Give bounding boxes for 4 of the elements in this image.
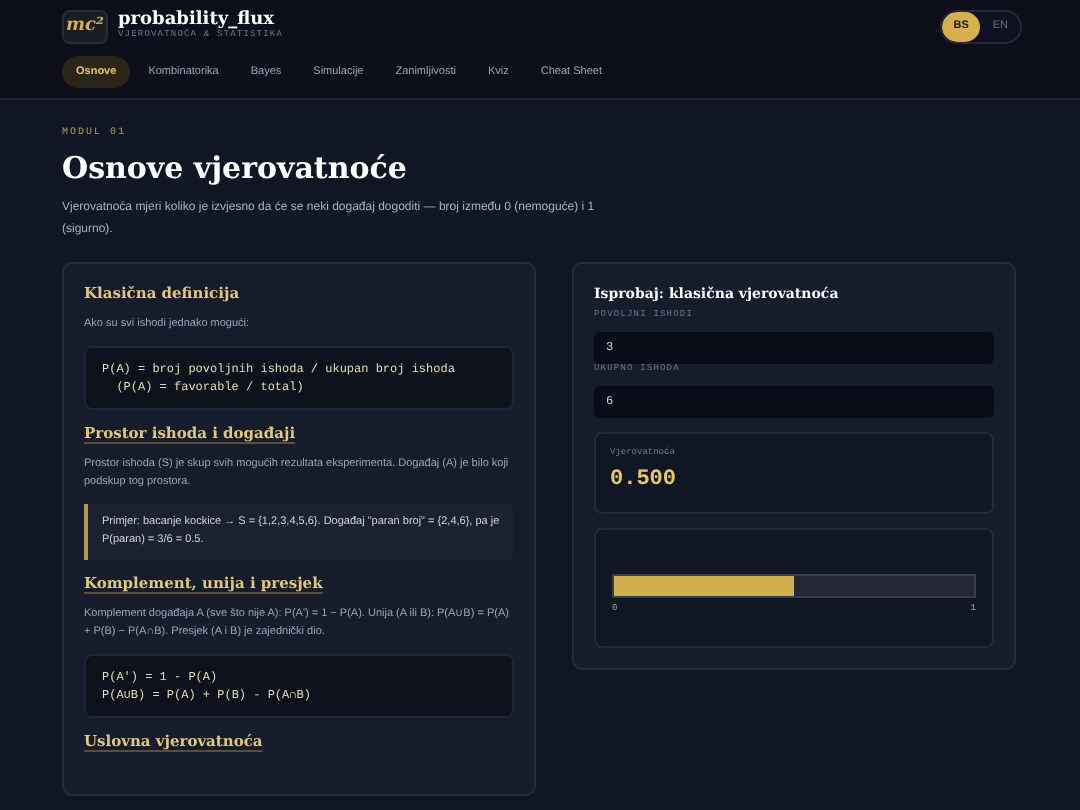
page-title: Osnove vjerovatnoće <box>62 149 409 187</box>
result-value: 0.500 <box>610 466 679 497</box>
app-title: probability_flux <box>118 12 275 31</box>
logo: mc² <box>62 10 108 44</box>
